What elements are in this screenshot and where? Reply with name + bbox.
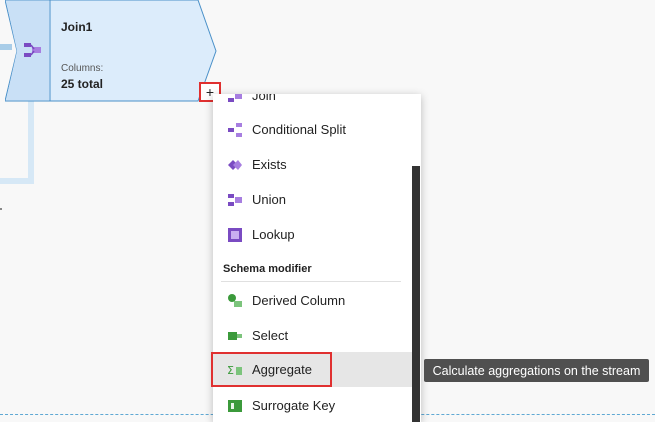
derived-column-icon: [228, 293, 242, 307]
menu-item-exists[interactable]: Exists: [213, 147, 412, 182]
join-icon: [24, 43, 41, 57]
select-icon: [228, 331, 242, 340]
aggregate-tooltip: Calculate aggregations on the stream: [424, 359, 649, 382]
node-title: Join1: [61, 20, 93, 34]
join-node[interactable]: Join1 Columns: 25 total: [5, 0, 217, 102]
menu-item-select[interactable]: Select: [213, 318, 412, 353]
menu-item-surrogate-key[interactable]: Surrogate Key: [213, 388, 412, 422]
columns-value: 25 total: [61, 77, 104, 91]
branch-connector: [28, 98, 34, 182]
menu-item-label: Join: [252, 94, 276, 103]
columns-label: Columns:: [61, 63, 104, 74]
menu-item-label: Exists: [252, 157, 287, 172]
aggregate-highlight-box: [211, 352, 332, 387]
join-icon: [228, 94, 242, 102]
menu-item-label: Derived Column: [252, 293, 346, 308]
menu-item-join[interactable]: Join: [213, 94, 412, 113]
exists-icon: [228, 159, 242, 170]
lookup-icon: [228, 227, 242, 242]
menu-item-label: Lookup: [252, 227, 295, 242]
menu-item-union[interactable]: Union: [213, 182, 412, 217]
union-icon: [228, 193, 242, 206]
conditional-split-icon: [228, 122, 242, 137]
menu-item-derived-column[interactable]: Derived Column: [213, 283, 412, 318]
menu-item-label: Surrogate Key: [252, 398, 336, 413]
menu-item-conditional-split[interactable]: Conditional Split: [213, 112, 412, 147]
menu-scrollbar[interactable]: [412, 166, 420, 422]
menu-item-label: Select: [252, 328, 289, 343]
canvas-dot: [0, 208, 2, 210]
menu-item-lookup[interactable]: Lookup: [213, 217, 412, 252]
branch-connector-horizontal: [0, 178, 34, 184]
surrogate-key-icon: [228, 399, 242, 412]
section-divider: [221, 281, 401, 282]
menu-item-label: Conditional Split: [252, 122, 346, 137]
section-header-schema-modifier: Schema modifier: [223, 263, 312, 275]
menu-item-label: Union: [252, 192, 286, 207]
